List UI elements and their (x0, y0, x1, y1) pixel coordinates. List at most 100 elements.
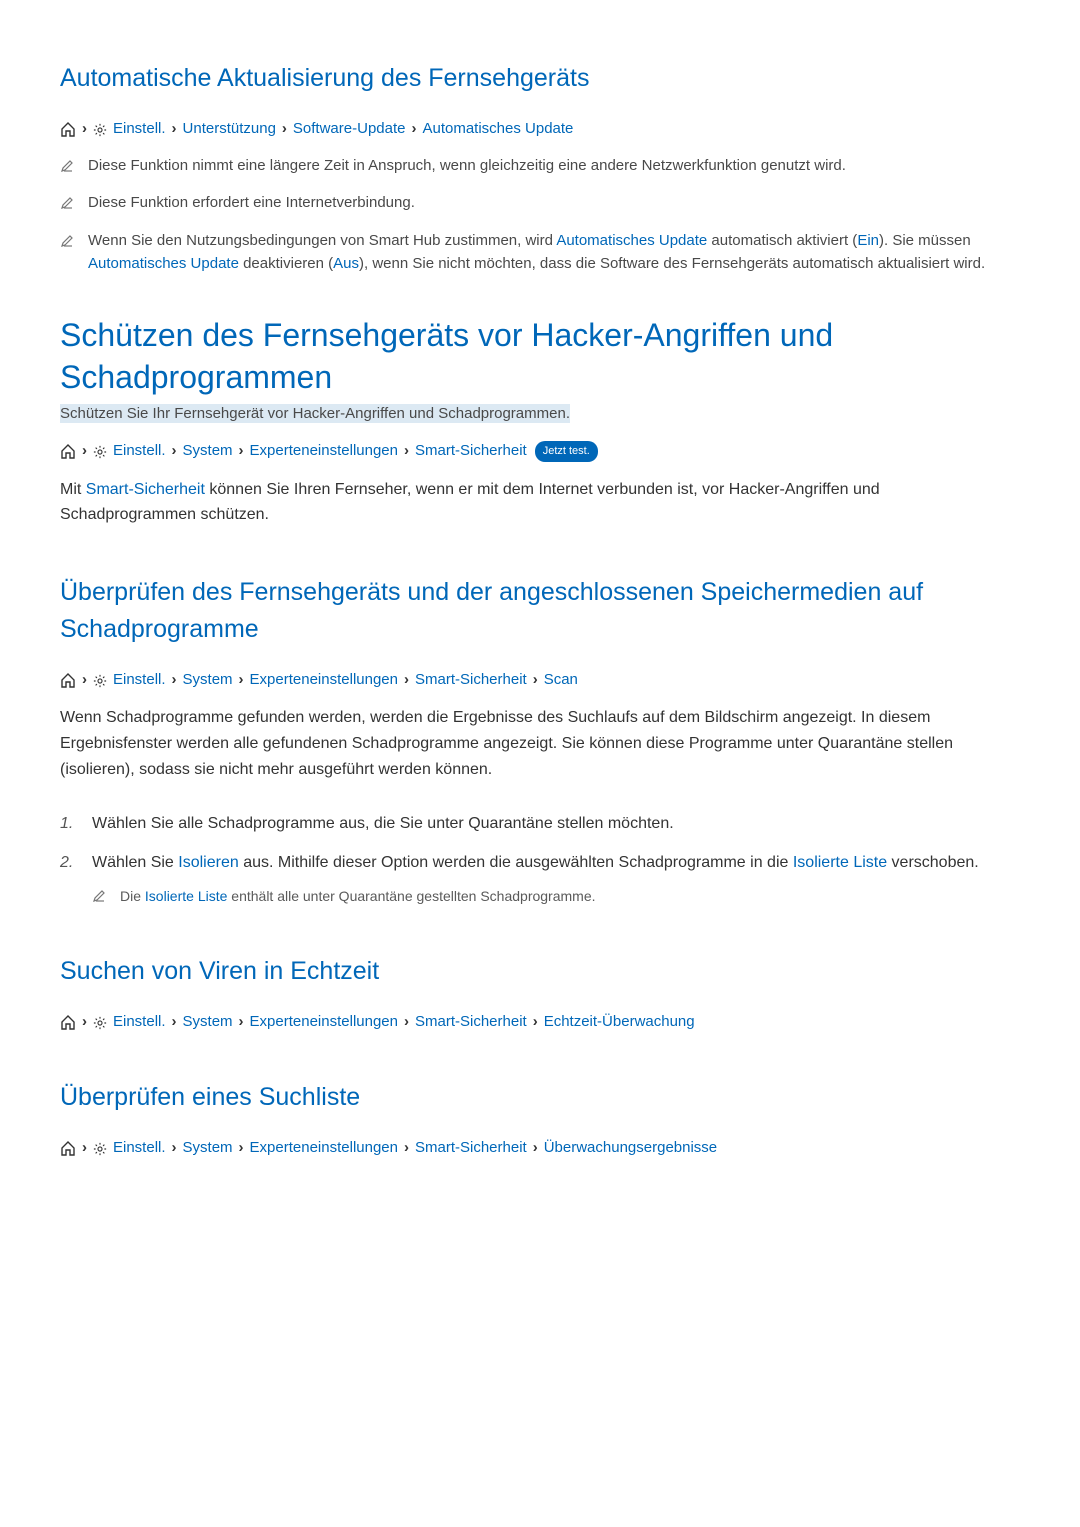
text-fragment: verschoben. (887, 854, 979, 871)
chevron-right-icon: › (239, 669, 244, 692)
list-number (60, 812, 78, 837)
text-fragment: deaktivieren ( (239, 255, 333, 272)
breadcrumb-item[interactable]: Einstell. (113, 440, 166, 463)
note-text: Diese Funktion erfordert eine Internetve… (88, 191, 415, 214)
chevron-right-icon: › (172, 1137, 177, 1160)
chevron-right-icon: › (82, 669, 87, 692)
list-item: Diese Funktion erfordert eine Internetve… (60, 191, 1020, 214)
note-text: Wenn Sie den Nutzungsbedingungen von Sma… (88, 229, 1020, 276)
emphasis: Smart-Sicherheit (86, 481, 205, 498)
list-item: Wählen Sie alle Schadprogramme aus, die … (60, 812, 1020, 837)
breadcrumb: › Einstell. › Unterstützung › Software-U… (60, 118, 1020, 141)
pencil-icon (92, 888, 106, 902)
text-fragment: Wählen Sie (92, 854, 178, 871)
chevron-right-icon: › (404, 440, 409, 463)
section-heading: Suchen von Viren in Echtzeit (60, 953, 1020, 991)
text-fragment: Die (120, 888, 145, 904)
chevron-right-icon: › (172, 669, 177, 692)
section-check-scanlist: Überprüfen eines Suchliste › Einstell. ›… (60, 1079, 1020, 1159)
chevron-right-icon: › (82, 1137, 87, 1160)
breadcrumb: › Einstell. › System › Experteneinstellu… (60, 440, 1020, 463)
home-icon (60, 122, 76, 136)
note-text: Die Isolierte Liste enthält alle unter Q… (120, 886, 596, 908)
chevron-right-icon: › (172, 1011, 177, 1034)
list-item: Wenn Sie den Nutzungsbedingungen von Sma… (60, 229, 1020, 276)
chevron-right-icon: › (533, 1011, 538, 1034)
home-icon (60, 673, 76, 687)
section-heading: Automatische Aktualisierung des Fernsehg… (60, 60, 1020, 98)
breadcrumb-item[interactable]: Unterstützung (183, 118, 276, 141)
gear-icon (93, 1015, 107, 1029)
note-list: Diese Funktion nimmt eine längere Zeit i… (60, 154, 1020, 275)
home-icon (60, 444, 76, 458)
chevron-right-icon: › (239, 1011, 244, 1034)
text-fragment: Wenn Sie den Nutzungsbedingungen von Sma… (88, 232, 556, 249)
section-heading: Überprüfen des Fernsehgeräts und der ang… (60, 574, 1020, 649)
try-now-badge[interactable]: Jetzt test. (535, 441, 598, 462)
chevron-right-icon: › (282, 118, 287, 141)
breadcrumb-item[interactable]: Experteneinstellungen (250, 440, 398, 463)
pencil-icon (60, 157, 74, 171)
breadcrumb-item[interactable]: System (183, 440, 233, 463)
gear-icon (93, 444, 107, 458)
breadcrumb-item[interactable]: System (183, 1011, 233, 1034)
breadcrumb-item[interactable]: Einstell. (113, 669, 166, 692)
breadcrumb-item[interactable]: Smart-Sicherheit (415, 1011, 527, 1034)
pencil-icon (60, 232, 74, 246)
home-icon (60, 1141, 76, 1155)
text-fragment: ), wenn Sie nicht möchten, dass die Soft… (359, 255, 985, 272)
breadcrumb-item[interactable]: Einstell. (113, 118, 166, 141)
chevron-right-icon: › (82, 118, 87, 141)
emphasis: Aus (333, 255, 359, 272)
breadcrumb-item[interactable]: Einstell. (113, 1011, 166, 1034)
subtitle: Schützen Sie Ihr Fernsehgerät vor Hacker… (60, 404, 570, 423)
breadcrumb-item[interactable]: Smart-Sicherheit (415, 1137, 527, 1160)
list-number (60, 851, 78, 907)
text-fragment: ). Sie müssen (879, 232, 971, 249)
breadcrumb-item[interactable]: Scan (544, 669, 578, 692)
breadcrumb-item[interactable]: Experteneinstellungen (250, 1137, 398, 1160)
breadcrumb-item[interactable]: Experteneinstellungen (250, 669, 398, 692)
body-paragraph: Mit Smart-Sicherheit können Sie Ihren Fe… (60, 477, 1020, 528)
breadcrumb-item[interactable]: Software-Update (293, 118, 406, 141)
text-fragment: aus. Mithilfe dieser Option werden die a… (239, 854, 793, 871)
chevron-right-icon: › (404, 669, 409, 692)
section-realtime-scan: Suchen von Viren in Echtzeit › Einstell.… (60, 953, 1020, 1033)
emphasis: Isolieren (178, 854, 238, 871)
section-check-malware: Überprüfen des Fernsehgeräts und der ang… (60, 574, 1020, 908)
chevron-right-icon: › (239, 440, 244, 463)
list-item: Diese Funktion nimmt eine längere Zeit i… (60, 154, 1020, 177)
section-heading: Überprüfen eines Suchliste (60, 1079, 1020, 1117)
breadcrumb: › Einstell. › System › Experteneinstellu… (60, 1011, 1020, 1034)
chevron-right-icon: › (404, 1011, 409, 1034)
gear-icon (93, 1141, 107, 1155)
body-paragraph: Wenn Schadprogramme gefunden werden, wer… (60, 705, 1020, 782)
chevron-right-icon: › (172, 118, 177, 141)
gear-icon (93, 673, 107, 687)
pencil-icon (60, 194, 74, 208)
home-icon (60, 1015, 76, 1029)
note-text: Diese Funktion nimmt eine längere Zeit i… (88, 154, 846, 177)
chevron-right-icon: › (404, 1137, 409, 1160)
breadcrumb: › Einstell. › System › Experteneinstellu… (60, 669, 1020, 692)
breadcrumb-item[interactable]: Experteneinstellungen (250, 1011, 398, 1034)
emphasis: Ein (857, 232, 879, 249)
ordered-list: Wählen Sie alle Schadprogramme aus, die … (60, 812, 1020, 907)
breadcrumb-item[interactable]: Einstell. (113, 1137, 166, 1160)
section-auto-update: Automatische Aktualisierung des Fernsehg… (60, 60, 1020, 275)
page-title: Schützen des Fernsehgeräts vor Hacker-An… (60, 315, 1020, 398)
emphasis: Automatisches Update (556, 232, 707, 249)
breadcrumb-item[interactable]: Smart-Sicherheit (415, 669, 527, 692)
emphasis: Automatisches Update (88, 255, 239, 272)
text-fragment: automatisch aktiviert ( (707, 232, 857, 249)
breadcrumb-item[interactable]: Überwachungsergebnisse (544, 1137, 717, 1160)
step-text: Wählen Sie alle Schadprogramme aus, die … (92, 812, 674, 837)
list-item: Wählen Sie Isolieren aus. Mithilfe diese… (60, 851, 1020, 907)
chevron-right-icon: › (172, 440, 177, 463)
chevron-right-icon: › (411, 118, 416, 141)
breadcrumb-item[interactable]: Automatisches Update (422, 118, 573, 141)
breadcrumb-item[interactable]: Smart-Sicherheit (415, 440, 527, 463)
breadcrumb-item[interactable]: Echtzeit-Überwachung (544, 1011, 695, 1034)
breadcrumb-item[interactable]: System (183, 669, 233, 692)
breadcrumb-item[interactable]: System (183, 1137, 233, 1160)
